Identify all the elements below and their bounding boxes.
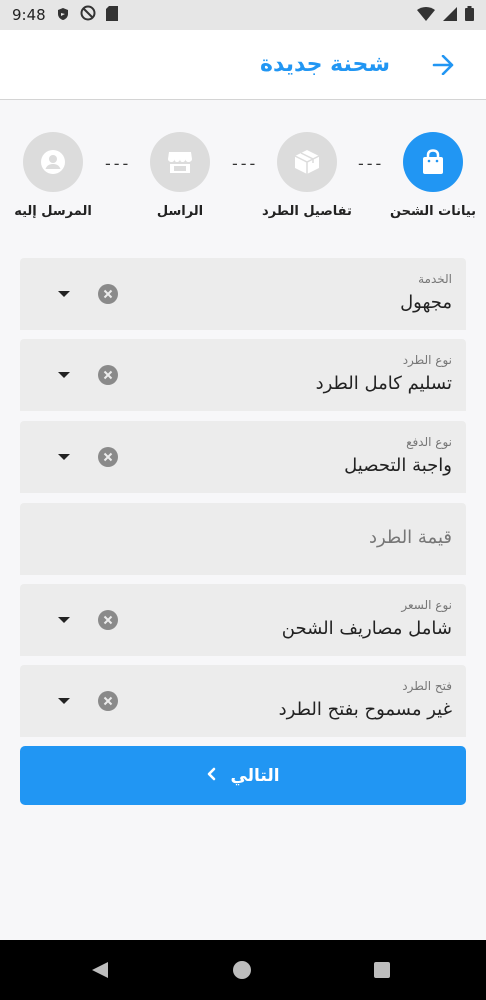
clear-icon[interactable] bbox=[98, 447, 118, 467]
field-value: واجبة التحصيل bbox=[344, 455, 452, 476]
nav-home-icon[interactable] bbox=[233, 961, 251, 979]
back-arrow-icon[interactable] bbox=[428, 50, 458, 80]
chevron-left-icon bbox=[206, 766, 216, 786]
service-dropdown[interactable]: الخدمة مجهول bbox=[20, 258, 466, 330]
field-label: الخدمة bbox=[418, 272, 452, 286]
clear-icon[interactable] bbox=[98, 610, 118, 630]
app-bar: شحنة جديدة bbox=[0, 30, 486, 100]
dropdown-arrow-icon[interactable] bbox=[58, 617, 70, 623]
page-title: شحنة جديدة bbox=[260, 52, 390, 77]
dropdown-arrow-icon[interactable] bbox=[58, 698, 70, 704]
clear-icon[interactable] bbox=[98, 691, 118, 711]
shield-icon bbox=[56, 6, 70, 25]
parcel-value-input[interactable]: قيمة الطرد bbox=[20, 503, 466, 575]
field-placeholder: قيمة الطرد bbox=[368, 527, 452, 548]
system-nav-bar bbox=[0, 940, 486, 1000]
field-value: تسليم كامل الطرد bbox=[315, 373, 452, 394]
step-label: المرسل إليه bbox=[14, 204, 92, 219]
sd-card-icon bbox=[105, 5, 118, 25]
dropdown-arrow-icon[interactable] bbox=[58, 454, 70, 460]
box-icon bbox=[277, 132, 337, 192]
step-label: الراسل bbox=[156, 204, 204, 219]
field-value: مجهول bbox=[400, 292, 452, 313]
status-time: 9:48 bbox=[12, 6, 46, 24]
field-label: نوع الدفع bbox=[406, 435, 452, 449]
step-label: بيانات الشحن bbox=[389, 204, 477, 219]
wifi-icon bbox=[417, 6, 435, 25]
no-disturb-icon bbox=[80, 5, 96, 25]
battery-icon bbox=[465, 5, 474, 25]
next-button-label: التالي bbox=[230, 765, 280, 786]
field-label: نوع الطرد bbox=[402, 353, 452, 367]
step-shipping-data[interactable]: بيانات الشحن bbox=[373, 132, 486, 219]
parcel-type-dropdown[interactable]: نوع الطرد تسليم كامل الطرد bbox=[20, 339, 466, 411]
step-parcel-details[interactable]: تفاصيل الطرد bbox=[247, 132, 367, 219]
field-label: فتح الطرد bbox=[402, 679, 452, 693]
step-label: تفاصيل الطرد bbox=[262, 204, 352, 219]
field-label: نوع السعر bbox=[401, 598, 452, 612]
signal-icon bbox=[443, 6, 457, 25]
status-bar: 9:48 bbox=[0, 0, 486, 30]
step-sender[interactable]: الراسل bbox=[120, 132, 240, 219]
nav-back-icon[interactable] bbox=[92, 962, 108, 978]
user-icon bbox=[23, 132, 83, 192]
payment-type-dropdown[interactable]: نوع الدفع واجبة التحصيل bbox=[20, 421, 466, 493]
price-type-dropdown[interactable]: نوع السعر شامل مصاريف الشحن bbox=[20, 584, 466, 656]
field-value: غير مسموح بفتح الطرد bbox=[278, 699, 452, 720]
step-recipient[interactable]: المرسل إليه bbox=[0, 132, 113, 219]
store-icon bbox=[150, 132, 210, 192]
field-value: شامل مصاريف الشحن bbox=[281, 618, 452, 639]
open-parcel-dropdown[interactable]: فتح الطرد غير مسموح بفتح الطرد bbox=[20, 665, 466, 737]
stepper: بيانات الشحن --- تفاصيل الطرد --- الراسل… bbox=[0, 132, 486, 232]
shopping-bag-icon bbox=[403, 132, 463, 192]
next-button[interactable]: التالي bbox=[20, 746, 466, 805]
dropdown-arrow-icon[interactable] bbox=[58, 291, 70, 297]
dropdown-arrow-icon[interactable] bbox=[58, 372, 70, 378]
clear-icon[interactable] bbox=[98, 365, 118, 385]
nav-recents-icon[interactable] bbox=[374, 962, 390, 978]
clear-icon[interactable] bbox=[98, 284, 118, 304]
